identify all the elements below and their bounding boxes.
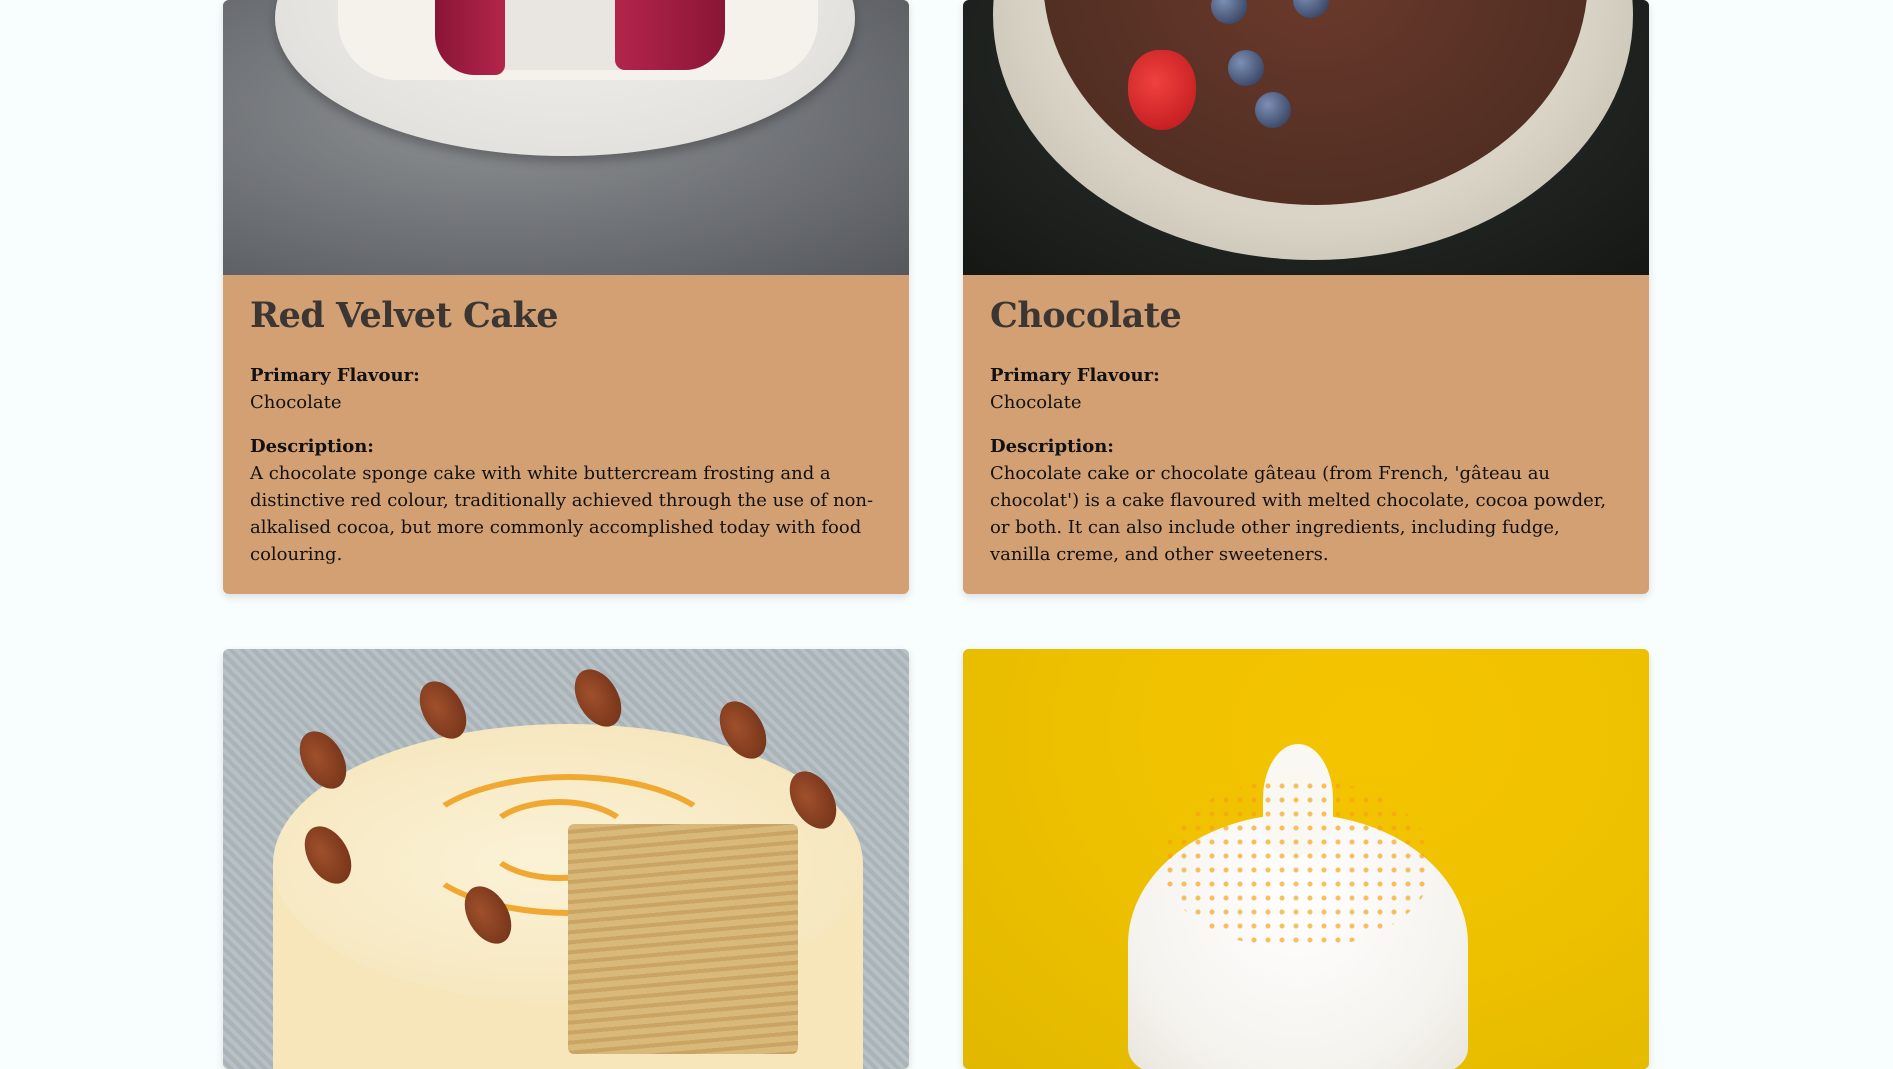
description-text: Chocolate cake or chocolate gâteau (from… (990, 463, 1607, 565)
description-label: Description: (990, 436, 1114, 457)
card-body: Red Velvet Cake Primary Flavour: Chocola… (223, 275, 909, 594)
lemon-cupcake-image (963, 649, 1649, 1069)
cake-card-lemon[interactable] (963, 649, 1649, 1069)
chocolate-cake-image (963, 0, 1649, 275)
red-velvet-cake-image (223, 0, 909, 275)
description-text: A chocolate sponge cake with white butte… (250, 463, 874, 565)
card-title: Red Velvet Cake (250, 295, 559, 336)
card-title: Chocolate (990, 295, 1182, 336)
primary-flavour-label: Primary Flavour: (250, 365, 420, 386)
cake-card-pecan[interactable] (223, 649, 909, 1069)
cake-card-chocolate[interactable]: Chocolate Primary Flavour: Chocolate Des… (963, 0, 1649, 594)
cake-card-red-velvet[interactable]: Red Velvet Cake Primary Flavour: Chocola… (223, 0, 909, 594)
primary-flavour-label: Primary Flavour: (990, 365, 1160, 386)
card-body: Chocolate Primary Flavour: Chocolate Des… (963, 275, 1649, 594)
primary-flavour-value: Chocolate (990, 392, 1082, 413)
pecan-cake-image (223, 649, 909, 1069)
description-label: Description: (250, 436, 374, 457)
primary-flavour-value: Chocolate (250, 392, 342, 413)
